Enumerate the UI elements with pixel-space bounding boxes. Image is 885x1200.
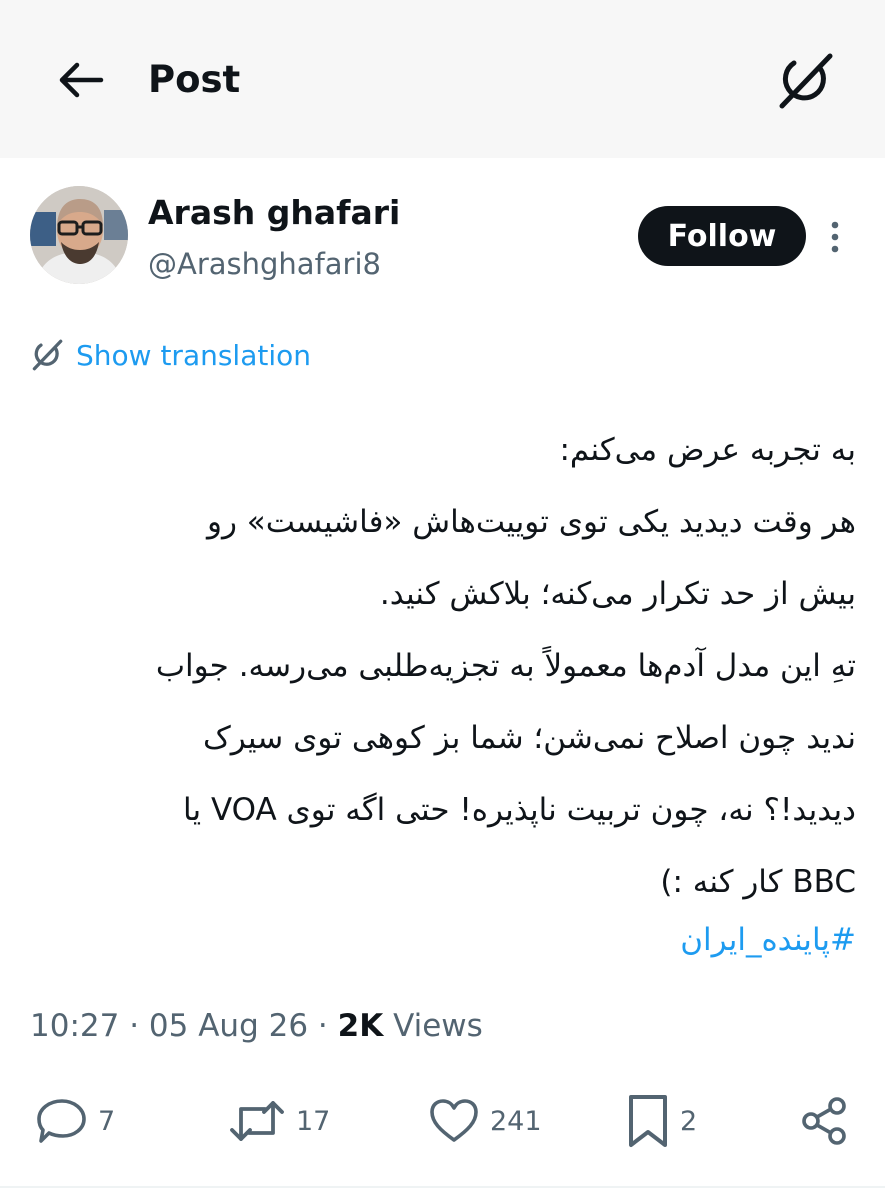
views-count: 2K bbox=[337, 1008, 384, 1044]
more-vertical-icon bbox=[831, 221, 839, 253]
reply-count: 7 bbox=[98, 1105, 116, 1137]
show-translation-label: Show translation bbox=[76, 338, 312, 372]
share-icon bbox=[802, 1097, 846, 1145]
heart-icon bbox=[430, 1099, 478, 1142]
post-time: 10:27 bbox=[30, 1008, 120, 1044]
avatar-photo bbox=[30, 186, 128, 284]
views-label: Views bbox=[393, 1008, 483, 1044]
tweet-line: بیش از حد تکرار می‌کنه؛ بلاکش کنید. bbox=[379, 576, 856, 612]
reply-button[interactable]: 7 bbox=[36, 1090, 115, 1152]
author-name[interactable]: Arash ghafari bbox=[148, 193, 400, 233]
follow-button[interactable]: Follow bbox=[638, 206, 806, 266]
separator-dot: · bbox=[129, 1008, 149, 1044]
divider bbox=[0, 1186, 885, 1188]
post-metadata: 10:27 · 05 Aug 26 · 2K Views bbox=[30, 1004, 483, 1048]
post-date: 05 Aug 26 bbox=[148, 1008, 309, 1044]
tweet-line: ندید چون اصلاح نمی‌شن؛ شما بز کوهی توی س… bbox=[203, 720, 856, 756]
repost-button[interactable]: 17 bbox=[228, 1090, 330, 1152]
bookmark-count: 2 bbox=[680, 1105, 698, 1137]
author-handle[interactable]: @Arashghafari8 bbox=[148, 246, 381, 282]
more-options-button[interactable] bbox=[818, 212, 852, 262]
share-button[interactable] bbox=[798, 1090, 850, 1152]
like-count: 241 bbox=[490, 1105, 542, 1137]
tweet-line: تهِ این مدل آدم‌ها معمولاً به تجزیه‌طلبی… bbox=[155, 648, 856, 684]
show-translation-link[interactable]: Show translation bbox=[30, 334, 311, 376]
tweet-line: به تجربه عرض می‌کنم: bbox=[559, 432, 856, 468]
tweet-line: هر وقت دیدید یکی توی توییت‌هاش «فاشیست» … bbox=[206, 504, 856, 540]
like-button[interactable]: 241 bbox=[428, 1090, 542, 1152]
repost-count: 17 bbox=[296, 1105, 331, 1137]
tweet-text: به تجربه عرض می‌کنم: هر وقت دیدید یکی توی… bbox=[30, 414, 856, 918]
tweet-line: دیدید!؟ نه، چون تربیت ناپذیره! حتی اگه ت… bbox=[183, 792, 856, 828]
top-bar: Post bbox=[0, 0, 885, 158]
grok-button[interactable] bbox=[772, 50, 838, 112]
page-title: Post bbox=[148, 58, 241, 101]
reply-icon bbox=[37, 1099, 86, 1143]
grok-icon bbox=[779, 53, 833, 109]
bookmark-icon bbox=[629, 1095, 667, 1147]
back-button[interactable] bbox=[52, 56, 108, 104]
bookmark-button[interactable]: 2 bbox=[626, 1090, 697, 1152]
arrow-left-icon bbox=[59, 62, 104, 98]
grok-icon bbox=[32, 339, 63, 371]
separator-dot: · bbox=[317, 1008, 338, 1044]
hashtag-link[interactable]: #پاینده_ایران bbox=[30, 904, 856, 976]
avatar[interactable] bbox=[30, 186, 128, 284]
repost-icon bbox=[230, 1101, 284, 1141]
